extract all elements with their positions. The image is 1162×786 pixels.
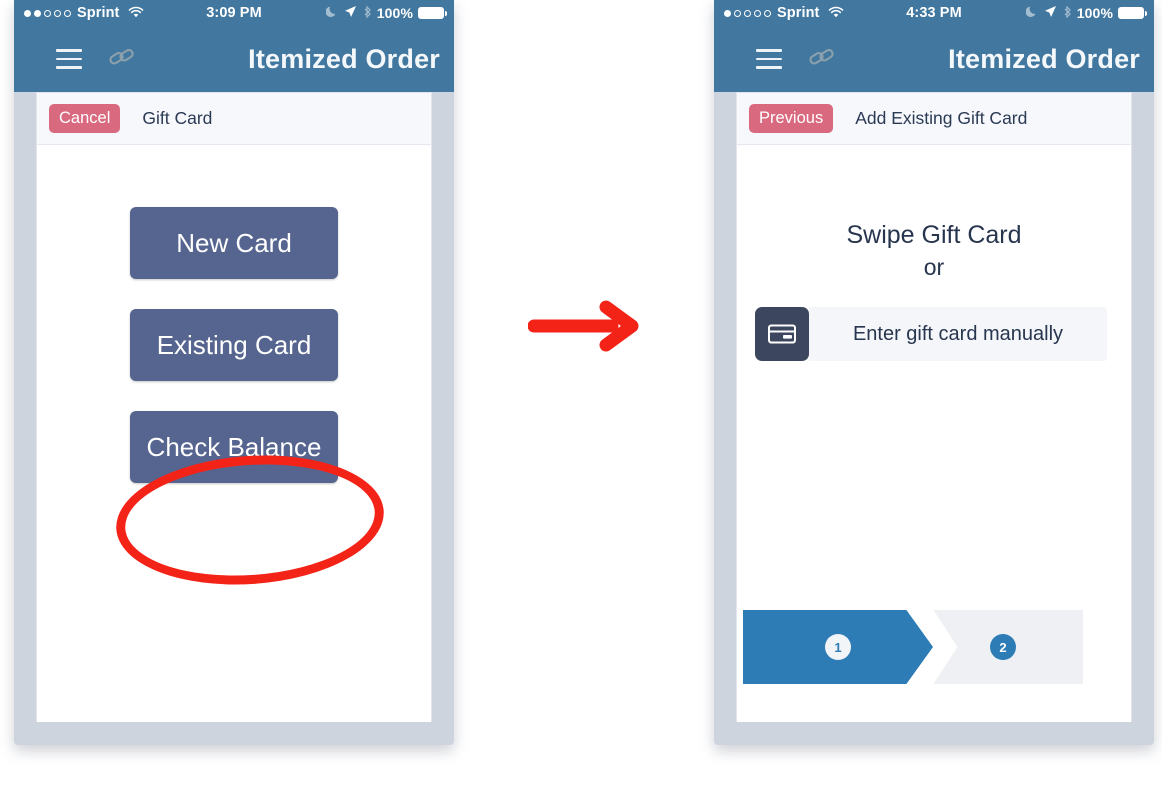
carrier-label: Sprint xyxy=(77,5,120,21)
screenshot-stage: Sprint 3:09 PM 100% Itemized Order Cance… xyxy=(0,0,1162,786)
app-bar-left: Itemized Order xyxy=(14,26,454,92)
hamburger-menu-icon[interactable] xyxy=(756,49,782,69)
wifi-icon xyxy=(828,5,844,22)
hamburger-menu-icon[interactable] xyxy=(56,49,82,69)
app-bar-right: Itemized Order xyxy=(714,26,1154,92)
modal-header-left: Cancel Gift Card xyxy=(37,93,431,145)
signal-dot-5 xyxy=(64,9,71,17)
step-number-2: 2 xyxy=(990,634,1016,660)
app-title-left: Itemized Order xyxy=(248,43,440,74)
signal-dot-1 xyxy=(724,9,731,17)
flow-arrow-right-icon xyxy=(527,300,643,357)
location-arrow-icon xyxy=(344,5,357,21)
step-item-1[interactable]: 1 xyxy=(743,610,933,684)
status-bar-right-group: 100% xyxy=(1025,5,1154,22)
status-bar-left: Sprint 3:09 PM 100% xyxy=(14,0,454,26)
modal-body-left: New Card Existing Card Check Balance xyxy=(37,145,431,722)
moon-icon xyxy=(1025,5,1039,21)
signal-dot-3 xyxy=(44,9,51,17)
status-bar-left-group: Sprint xyxy=(14,5,144,22)
battery-percent-label: 100% xyxy=(1076,5,1113,21)
step-item-2[interactable]: 2 xyxy=(933,610,1083,684)
signal-dot-5 xyxy=(764,9,771,17)
signal-dot-4 xyxy=(754,9,761,17)
link-chain-icon[interactable] xyxy=(108,47,136,72)
signal-dot-4 xyxy=(54,9,61,17)
signal-dot-2 xyxy=(734,9,741,17)
carrier-label: Sprint xyxy=(777,5,820,21)
modal-header-right: Previous Add Existing Gift Card xyxy=(737,93,1131,145)
add-existing-gift-card-modal: Previous Add Existing Gift Card Swipe Gi… xyxy=(736,92,1132,722)
modal-title-right: Add Existing Gift Card xyxy=(855,108,1028,128)
bluetooth-icon xyxy=(1062,5,1072,22)
check-balance-button[interactable]: Check Balance xyxy=(130,411,338,483)
phone-right: Sprint 4:33 PM 100% Itemized Order Previ… xyxy=(714,0,1154,745)
step-number-1: 1 xyxy=(825,634,851,660)
status-bar-left-group: Sprint xyxy=(714,5,844,22)
swipe-instructions: Swipe Gift Card or xyxy=(737,145,1131,281)
previous-button[interactable]: Previous xyxy=(749,103,834,134)
signal-dot-1 xyxy=(24,9,31,17)
new-card-button[interactable]: New Card xyxy=(130,207,338,279)
app-title-right: Itemized Order xyxy=(948,43,1140,74)
phone-left: Sprint 3:09 PM 100% Itemized Order Cance… xyxy=(14,0,454,745)
status-bar-right-group: 100% xyxy=(325,5,454,22)
moon-icon xyxy=(325,5,339,21)
battery-percent-label: 100% xyxy=(376,5,413,21)
enter-gift-card-manually-label: Enter gift card manually xyxy=(809,307,1107,361)
gift-card-modal: Cancel Gift Card New Card Existing Card … xyxy=(36,92,432,722)
modal-title-left: Gift Card xyxy=(142,108,213,128)
enter-gift-card-manually-row[interactable]: Enter gift card manually xyxy=(755,307,1107,361)
signal-strength-dots xyxy=(24,9,71,17)
credit-card-icon xyxy=(755,307,809,361)
wifi-icon xyxy=(128,5,144,22)
location-arrow-icon xyxy=(1044,5,1057,21)
link-chain-icon[interactable] xyxy=(808,47,836,72)
gift-card-action-buttons: New Card Existing Card Check Balance xyxy=(37,145,431,483)
bluetooth-icon xyxy=(362,5,372,22)
cancel-button[interactable]: Cancel xyxy=(49,103,121,134)
status-bar-right: Sprint 4:33 PM 100% xyxy=(714,0,1154,26)
signal-strength-dots xyxy=(724,9,771,17)
modal-body-right: Swipe Gift Card or Enter gift card manua… xyxy=(737,145,1131,722)
swipe-gift-card-label: Swipe Gift Card xyxy=(846,221,1022,249)
battery-icon xyxy=(418,7,447,19)
signal-dot-3 xyxy=(744,9,751,17)
battery-icon xyxy=(1118,7,1147,19)
or-label: or xyxy=(923,254,945,280)
existing-card-button[interactable]: Existing Card xyxy=(130,309,338,381)
signal-dot-2 xyxy=(34,9,41,17)
step-indicator: 1 2 xyxy=(743,610,1083,684)
